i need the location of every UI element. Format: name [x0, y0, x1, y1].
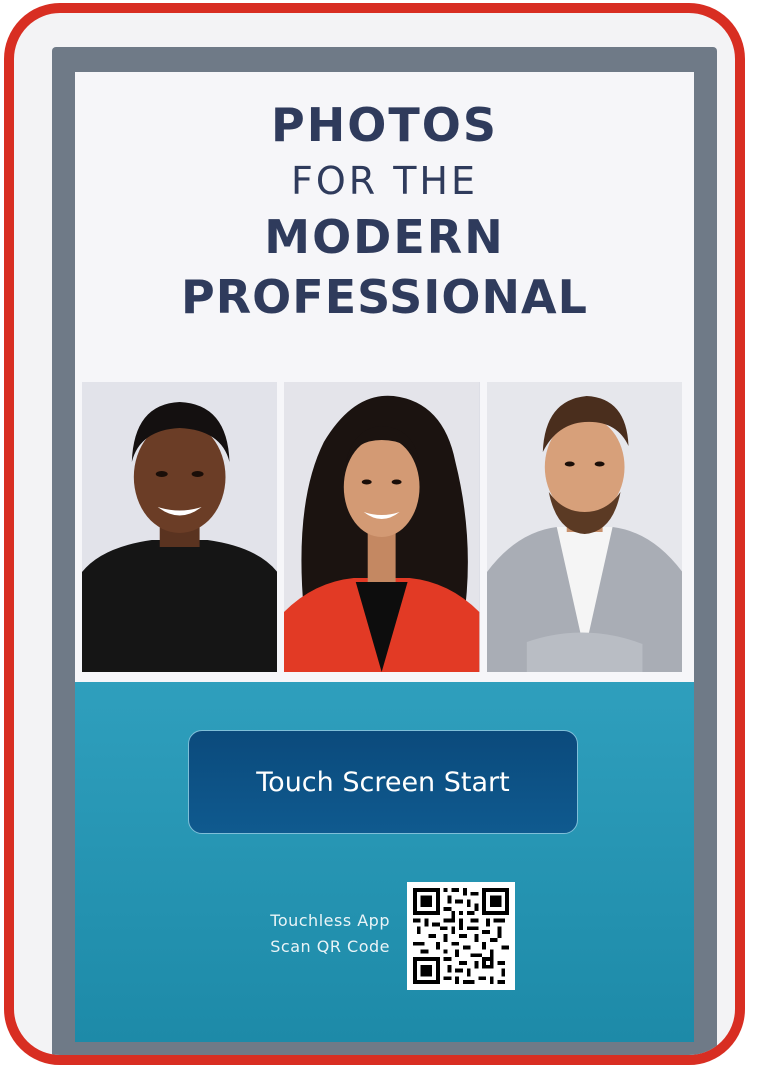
- sample-photos: [82, 382, 682, 672]
- kiosk-screen: PHOTOS FOR THE MODERN PROFESSIONAL Touch…: [75, 72, 694, 1042]
- screen-bezel: PHOTOS FOR THE MODERN PROFESSIONAL Touch…: [52, 47, 717, 1055]
- touchless-info: Touchless App Scan QR Code: [215, 908, 390, 960]
- touch-screen-start-button[interactable]: Touch Screen Start: [188, 730, 578, 834]
- portrait-photo-3: [486, 382, 682, 672]
- headline: PHOTOS FOR THE MODERN PROFESSIONAL: [75, 102, 694, 320]
- portrait-photo-1: [82, 382, 278, 672]
- scan-qr-label: Scan QR Code: [270, 937, 390, 956]
- start-button-label: Touch Screen Start: [256, 766, 510, 798]
- headline-line-1: PHOTOS: [271, 98, 498, 152]
- headline-line-3: MODERN: [264, 210, 505, 264]
- qr-code-icon[interactable]: [407, 882, 515, 990]
- kiosk-frame: PHOTOS FOR THE MODERN PROFESSIONAL Touch…: [4, 3, 745, 1065]
- headline-line-2: FOR THE: [290, 159, 479, 203]
- headline-line-4: PROFESSIONAL: [181, 270, 588, 324]
- touchless-app-label: Touchless App: [270, 911, 390, 930]
- start-panel: Touch Screen Start Touchless App Scan QR…: [75, 682, 694, 1042]
- portrait-photo-2: [284, 382, 480, 672]
